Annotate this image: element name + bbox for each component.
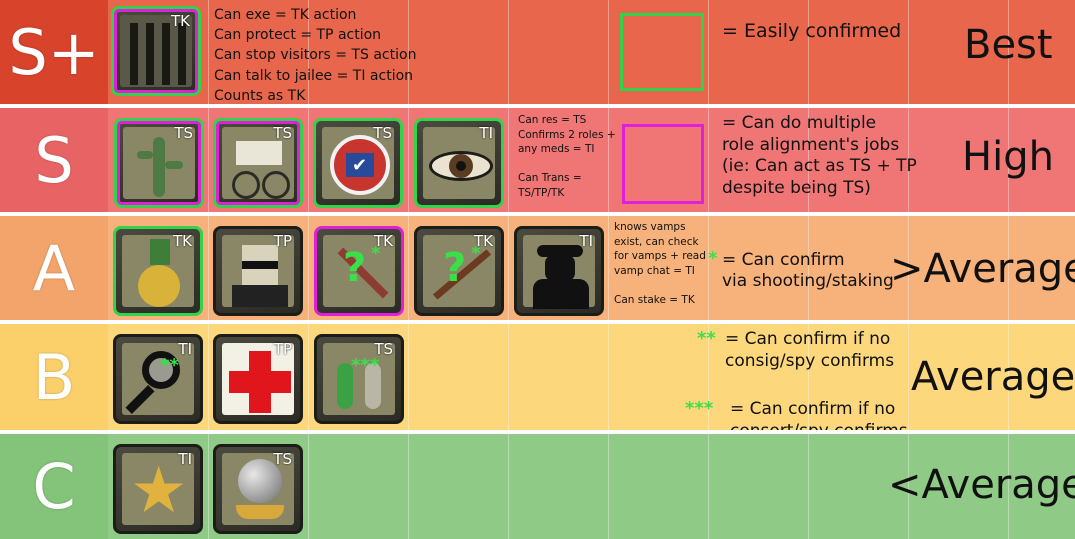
star-mark: *** [351, 355, 380, 376]
magnifier-icon[interactable]: ** TI [113, 334, 203, 424]
legend-star2-text: = Can confirm if no consig/spy confirms [725, 329, 895, 371]
tier-label-b: B [0, 324, 108, 430]
tier-list-board: S+ TK Can exe = TK action Can protect = … [0, 0, 1075, 539]
rank-above-average: >Average [890, 246, 1075, 292]
tier-cells: ** TI TP *** TS ** = Can confirm if no c… [108, 324, 1075, 430]
eye-icon[interactable]: TI [414, 118, 504, 208]
role-tag: TS [374, 340, 393, 358]
tier-row-c: C ★ TI TS <Average [0, 434, 1075, 539]
sheriff-star-icon[interactable]: ★ TI [113, 444, 203, 534]
tier-cells: TK TP ? * TK ? * TK TI knows vamps exist… [108, 216, 1075, 320]
transporter-icon[interactable]: TS [213, 118, 303, 208]
role-tag: TS [273, 450, 292, 468]
tier-label-c: C [0, 434, 108, 539]
medal-icon[interactable]: TK [113, 226, 203, 316]
rifle-icon[interactable]: ? * TK [414, 226, 504, 316]
s-notes: Can res = TS Confirms 2 roles + any meds… [518, 114, 616, 199]
role-tag: TP [273, 232, 292, 250]
legend-green-text: = Easily confirmed [722, 20, 902, 42]
tier-row-s: S TS TS ✔ TS TI Can res = TS Confirms 2 … [0, 108, 1075, 212]
rank-best: Best [964, 22, 1053, 68]
role-tag: TP [273, 340, 292, 358]
tier-row-b: B ** TI TP *** TS ** = Can confirm if no… [0, 324, 1075, 430]
legend-star3-mark: *** [685, 398, 714, 419]
mayor-vote-icon[interactable]: ✔ TS [313, 118, 403, 208]
cactus-icon[interactable]: TS [114, 118, 204, 208]
tier-cells: ★ TI TS <Average [108, 434, 1075, 539]
legend-magenta-text: = Can do multiple role alignment's jobs … [722, 113, 917, 198]
tier-label-s-plus: S+ [0, 0, 108, 104]
role-tag: TS [174, 124, 193, 142]
tier-row-s-plus: S+ TK Can exe = TK action Can protect = … [0, 0, 1075, 104]
role-tag: TK [171, 12, 190, 30]
role-tag: TS [273, 124, 292, 142]
legend-green-box [620, 13, 704, 91]
rank-average: Average [911, 354, 1075, 400]
tier-label-a: A [0, 216, 108, 320]
s-plus-notes: Can exe = TK action Can protect = TP act… [214, 7, 417, 104]
tier-label-s: S [0, 108, 108, 212]
role-tag: TK [374, 232, 393, 250]
role-tag: TI [178, 450, 192, 468]
rank-high: High [962, 134, 1054, 180]
legend-star2-mark: ** [697, 328, 716, 349]
a-notes: knows vamps exist, can check for vamps +… [614, 221, 706, 306]
tier-cells: TK Can exe = TK action Can protect = TP … [108, 0, 1075, 104]
role-tag: TI [178, 340, 192, 358]
role-tag: TI [579, 232, 593, 250]
spy-silhouette-icon[interactable]: TI [514, 226, 604, 316]
tier-row-a: A TK TP ? * TK ? * TK TI knows vamps exi… [0, 216, 1075, 320]
bodyguard-icon[interactable]: TP [213, 226, 303, 316]
jailor-icon[interactable]: TK [111, 6, 201, 96]
role-tag: TS [373, 124, 392, 142]
star-mark: ** [160, 355, 179, 376]
question-mark: ? [443, 245, 467, 291]
question-mark: ? [343, 245, 367, 291]
walkers-icon[interactable]: *** TS [314, 334, 404, 424]
sword-icon[interactable]: ? * TK [314, 226, 404, 316]
role-tag: TK [474, 232, 493, 250]
role-tag: TI [479, 124, 493, 142]
crystal-ball-icon[interactable]: TS [213, 444, 303, 534]
legend-star1-mark: * [708, 248, 718, 269]
legend-star3-text: = Can confirm if no consort/spy confirms [730, 399, 908, 430]
legend-magenta-box [622, 124, 704, 204]
tier-cells: TS TS ✔ TS TI Can res = TS Confirms 2 ro… [108, 108, 1075, 212]
legend-star1-text: = Can confirm via shooting/staking [722, 250, 894, 291]
role-tag: TK [173, 232, 192, 250]
rank-below-average: <Average [888, 462, 1075, 508]
red-cross-icon[interactable]: TP [213, 334, 303, 424]
